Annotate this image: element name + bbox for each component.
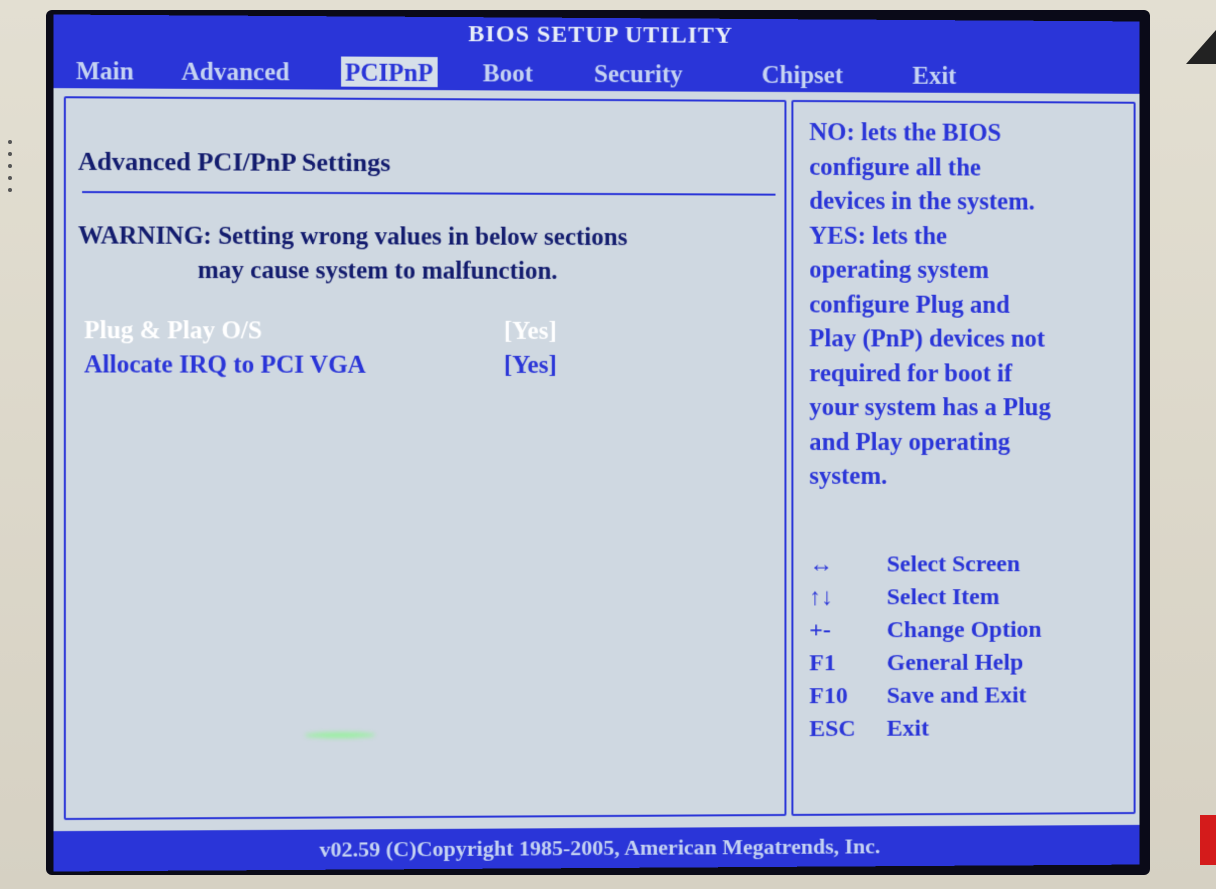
help-line: configure all the (809, 153, 981, 181)
content-area: Advanced PCI/PnP Settings WARNING: Setti… (53, 85, 1140, 833)
key-desc: Save and Exit (886, 682, 1027, 709)
left-right-arrow-icon: ↔ (809, 551, 834, 578)
key-row-select-screen: ↔ Select Screen (809, 548, 1125, 581)
help-line: your system has a Plug (809, 394, 1051, 422)
setting-value[interactable]: [Yes] (504, 315, 557, 349)
key-f10: F10 (809, 683, 848, 710)
key-desc: Exit (886, 715, 929, 742)
footer-copyright: v02.59 (C)Copyright 1985-2005, American … (53, 824, 1140, 872)
up-down-arrow-icon: ↑↓ (809, 584, 834, 611)
help-pane: NO: lets the BIOS configure all the devi… (791, 99, 1136, 816)
setting-value[interactable]: [Yes] (504, 349, 557, 383)
help-line: and Play operating (809, 428, 1011, 456)
help-line: NO: lets the BIOS (809, 119, 1002, 147)
help-line: operating system (809, 256, 989, 284)
key-esc: ESC (809, 715, 856, 743)
settings-pane: Advanced PCI/PnP Settings WARNING: Setti… (63, 96, 787, 821)
key-row-exit: ESC Exit (809, 712, 1125, 746)
key-row-change-option: +- Change Option (809, 614, 1125, 648)
warning-text: WARNING: Setting wrong values in below s… (78, 219, 627, 289)
help-line: YES: lets the (809, 222, 948, 250)
section-title: Advanced PCI/PnP Settings (78, 146, 391, 178)
key-row-select-item: ↑↓ Select Item (809, 581, 1125, 615)
key-desc: Select Screen (886, 551, 1021, 578)
plus-minus-icon: +- (809, 617, 831, 644)
key-desc: General Help (886, 649, 1024, 676)
setting-plug-and-play-os[interactable]: Plug & Play O/S [Yes] (84, 314, 767, 349)
setting-label: Allocate IRQ to PCI VGA (84, 351, 366, 379)
help-line: Play (PnP) devices not (809, 325, 1046, 353)
key-row-general-help: F1 General Help (809, 646, 1125, 680)
setting-allocate-irq-pci-vga[interactable]: Allocate IRQ to PCI VGA [Yes] (84, 348, 767, 383)
help-line: system. (809, 462, 888, 490)
warning-line-2: may cause system to malfunction. (197, 256, 558, 285)
help-line: configure Plug and (809, 290, 1010, 319)
help-line: required for boot if (809, 359, 1013, 387)
key-desc: Select Item (886, 584, 1000, 611)
help-text: NO: lets the BIOS configure all the devi… (809, 116, 1125, 494)
key-legend: ↔ Select Screen ↑↓ Select Item +- Change… (809, 548, 1125, 746)
warning-line-1: WARNING: Setting wrong values in below s… (78, 222, 628, 252)
power-led-icon (1200, 815, 1216, 865)
speaker-grille (8, 140, 14, 220)
key-f1: F1 (809, 650, 836, 677)
key-desc: Change Option (886, 616, 1042, 644)
screen-glare (304, 731, 376, 739)
monitor-bezel: BIOS SETUP UTILITY Main Advanced PCIPnP … (0, 0, 1216, 889)
setting-label: Plug & Play O/S (84, 317, 263, 345)
monitor-logo (1186, 30, 1216, 64)
bios-setup-window: BIOS SETUP UTILITY Main Advanced PCIPnP … (53, 14, 1140, 872)
key-row-save-and-exit: F10 Save and Exit (809, 679, 1125, 713)
divider (82, 191, 776, 196)
help-line: devices in the system. (809, 187, 1035, 216)
